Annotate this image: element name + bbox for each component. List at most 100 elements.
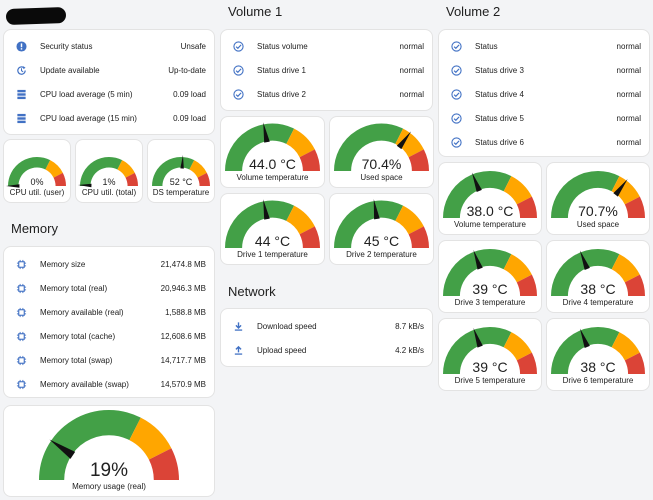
check-circle-icon bbox=[439, 136, 473, 148]
check-circle-icon bbox=[221, 40, 255, 52]
row-value: 0.09 load bbox=[173, 89, 206, 99]
gauge-label: DS temperature bbox=[152, 188, 210, 197]
server-icon bbox=[4, 113, 38, 124]
gauge-band-yellow bbox=[611, 332, 640, 361]
memory-chip-icon bbox=[4, 307, 38, 318]
drive5-temperature-gauge-card[interactable]: 39 °C Drive 5 temperature bbox=[438, 318, 542, 391]
ds-temperature-gauge-card[interactable]: 52 °C DS temperature bbox=[147, 139, 215, 203]
drive3-temperature-gauge-card[interactable]: 39 °C Drive 3 temperature bbox=[438, 240, 542, 313]
status-volume-row[interactable]: Status volume normal bbox=[221, 34, 432, 58]
gauge-label: Drive 5 temperature bbox=[454, 376, 526, 385]
gauge-value: 0% bbox=[30, 176, 44, 187]
row-value: normal bbox=[616, 137, 641, 147]
row-value: 8.7 kB/s bbox=[395, 321, 424, 331]
volume2-heading: Volume 2 bbox=[446, 4, 501, 19]
upload-icon bbox=[221, 345, 255, 356]
drive2-temperature-gauge-card[interactable]: 45 °C Drive 2 temperature bbox=[329, 193, 434, 265]
status-row[interactable]: Status normal bbox=[439, 34, 649, 58]
gauge-label: Volume temperature bbox=[453, 220, 527, 229]
volume2-temperature-gauge-card[interactable]: 38.0 °C Volume temperature bbox=[438, 162, 542, 235]
gauge-band-yellow bbox=[394, 205, 424, 235]
row-label: Upload speed bbox=[257, 345, 307, 355]
status-drive-3-row[interactable]: Status drive 3 normal bbox=[439, 58, 649, 82]
volume1-temperature-gauge-card[interactable]: 44.0 °C Volume temperature bbox=[220, 116, 325, 188]
cpu-load-5-row[interactable]: CPU load average (5 min) 0.09 load bbox=[4, 82, 214, 106]
memory-size-row[interactable]: Memory size 21,474.8 MB bbox=[4, 252, 214, 276]
row-label: Status drive 6 bbox=[475, 137, 524, 147]
memory-card: Memory size 21,474.8 MB Memory total (re… bbox=[3, 246, 215, 398]
check-circle-icon bbox=[439, 40, 473, 52]
gauge-band-yellow bbox=[285, 128, 315, 158]
network-card: Download speed 8.7 kB/s Upload speed 4.2… bbox=[220, 308, 433, 367]
gauge-value: 45 °C bbox=[363, 233, 400, 250]
row-label: Security status bbox=[40, 41, 93, 51]
redacted-title bbox=[5, 6, 67, 26]
gauge-label: Memory usage (real) bbox=[72, 482, 146, 491]
status-drive-6-row[interactable]: Status drive 6 normal bbox=[439, 130, 649, 154]
volume2-used-space-gauge-card[interactable]: 70.7% Used space bbox=[546, 162, 650, 235]
gauge-value: 44.0 °C bbox=[249, 156, 296, 173]
gauge-value: 44 °C bbox=[254, 233, 291, 250]
gauge-value: 70.7% bbox=[578, 203, 618, 220]
gauge-label: Drive 4 temperature bbox=[562, 298, 634, 307]
check-circle-icon bbox=[221, 88, 255, 100]
cpu-user-gauge-card[interactable]: 0% CPU util. (user) bbox=[3, 139, 71, 203]
gauge-band-yellow bbox=[503, 254, 532, 283]
drive6-temperature-gauge-card[interactable]: 38 °C Drive 6 temperature bbox=[546, 318, 650, 391]
drive1-temperature-gauge-card[interactable]: 44 °C Drive 1 temperature bbox=[220, 193, 325, 265]
row-value: Unsafe bbox=[180, 41, 206, 51]
row-label: CPU load average (5 min) bbox=[40, 89, 133, 99]
row-value: 21,474.8 MB bbox=[160, 259, 206, 269]
row-value: 4.2 kB/s bbox=[395, 345, 424, 355]
gauge-label: Drive 6 temperature bbox=[562, 376, 634, 385]
memory-available-real-row[interactable]: Memory available (real) 1,588.8 MB bbox=[4, 300, 214, 324]
download-speed-row[interactable]: Download speed 8.7 kB/s bbox=[221, 314, 432, 338]
row-label: Download speed bbox=[257, 321, 317, 331]
security-status-row[interactable]: Security status Unsafe bbox=[4, 34, 214, 58]
memory-total-cache-row[interactable]: Memory total (cache) 12,608.6 MB bbox=[4, 324, 214, 348]
memory-total-swap-row[interactable]: Memory total (swap) 14,717.7 MB bbox=[4, 348, 214, 372]
gauge-band-yellow bbox=[189, 160, 207, 178]
gauge-label: Drive 3 temperature bbox=[454, 298, 526, 307]
cpu-load-15-row[interactable]: CPU load average (15 min) 0.09 load bbox=[4, 106, 214, 130]
row-value: 1,588.8 MB bbox=[165, 307, 206, 317]
system-status-card: Security status Unsafe Update available … bbox=[3, 29, 215, 135]
gauge-value: 39 °C bbox=[472, 359, 508, 376]
gauge-value: 52 °C bbox=[169, 176, 193, 187]
gauge-label: Drive 2 temperature bbox=[346, 250, 417, 259]
row-label: Memory total (cache) bbox=[40, 331, 116, 341]
memory-total-real-row[interactable]: Memory total (real) 20,946.3 MB bbox=[4, 276, 214, 300]
gauge-band-yellow bbox=[503, 332, 532, 361]
update-available-row[interactable]: Update available Up-to-date bbox=[4, 58, 214, 82]
cpu-total-gauge-card[interactable]: 1% CPU util. (total) bbox=[75, 139, 143, 203]
row-value: 14,717.7 MB bbox=[160, 355, 206, 365]
volume1-heading: Volume 1 bbox=[228, 4, 283, 19]
drive4-temperature-gauge-card[interactable]: 38 °C Drive 4 temperature bbox=[546, 240, 650, 313]
status-drive-4-row[interactable]: Status drive 4 normal bbox=[439, 82, 649, 106]
memory-usage-gauge-card[interactable]: 19% Memory usage (real) bbox=[3, 405, 215, 497]
check-circle-icon bbox=[439, 112, 473, 124]
gauge-value: 38 °C bbox=[580, 359, 616, 376]
row-value: 20,946.3 MB bbox=[160, 283, 206, 293]
memory-chip-icon bbox=[4, 355, 38, 366]
gauge-label: Used space bbox=[576, 220, 620, 229]
server-icon bbox=[4, 89, 38, 100]
row-label: Status drive 2 bbox=[257, 89, 306, 99]
row-label: Status drive 5 bbox=[475, 113, 524, 123]
row-label: Memory total (real) bbox=[40, 283, 108, 293]
memory-chip-icon bbox=[4, 331, 38, 342]
gauge-band-yellow bbox=[503, 176, 532, 205]
upload-speed-row[interactable]: Upload speed 4.2 kB/s bbox=[221, 338, 432, 362]
row-label: Update available bbox=[40, 65, 100, 75]
status-drive-1-row[interactable]: Status drive 1 normal bbox=[221, 58, 432, 82]
gauge-label: Used space bbox=[360, 173, 403, 182]
memory-chip-icon bbox=[4, 283, 38, 294]
status-drive-2-row[interactable]: Status drive 2 normal bbox=[221, 82, 432, 106]
gauge-label: Drive 1 temperature bbox=[237, 250, 308, 259]
volume1-used-space-gauge-card[interactable]: 70.4% Used space bbox=[329, 116, 434, 188]
gauge-band-yellow bbox=[285, 205, 315, 235]
status-drive-5-row[interactable]: Status drive 5 normal bbox=[439, 106, 649, 130]
row-label: Status volume bbox=[257, 41, 308, 51]
row-label: Memory size bbox=[40, 259, 86, 269]
memory-available-swap-row[interactable]: Memory available (swap) 14,570.9 MB bbox=[4, 372, 214, 396]
